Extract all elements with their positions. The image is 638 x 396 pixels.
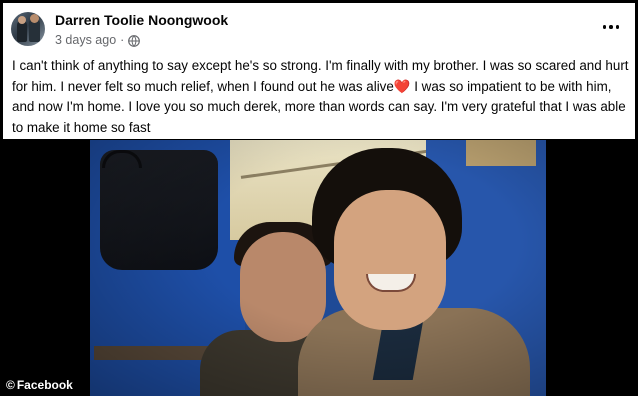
post-meta: Darren Toolie Noongwook 3 days ago · [55,11,228,49]
separator-dot: · [120,33,125,47]
post-subline: 3 days ago · [55,31,228,49]
post-photo[interactable] [90,140,546,396]
post-timestamp[interactable]: 3 days ago [55,31,116,49]
author-name[interactable]: Darren Toolie Noongwook [55,11,228,29]
more-options-icon[interactable] [599,17,623,37]
post-text: I can't think of anything to say except … [12,56,630,138]
heart-emoji: ❤️ [393,78,411,94]
globe-icon [128,34,141,47]
post-header: Darren Toolie Noongwook 3 days ago · [11,11,627,55]
screenshot-frame: Darren Toolie Noongwook 3 days ago · I c… [0,0,638,396]
credit-source: Facebook [16,378,73,392]
copyright-symbol: © [6,378,15,392]
avatar[interactable] [11,12,45,46]
image-credit: © Facebook [6,378,73,392]
facebook-post-card: Darren Toolie Noongwook 3 days ago · I c… [3,3,635,139]
